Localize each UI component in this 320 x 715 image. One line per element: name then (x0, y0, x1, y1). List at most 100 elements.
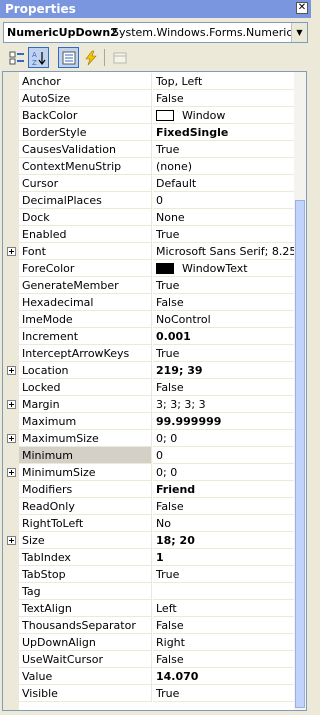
property-name[interactable]: ContextMenuStrip (19, 158, 152, 175)
property-name[interactable]: Maximum (19, 413, 152, 430)
property-row[interactable]: BorderStyle FixedSingle (3, 124, 296, 141)
property-value[interactable]: 0.001 (153, 328, 296, 345)
categorized-button[interactable] (6, 47, 27, 68)
property-name[interactable]: Size (19, 532, 152, 549)
property-value[interactable]: 0 (153, 447, 296, 464)
expand-plus-icon[interactable] (7, 468, 16, 477)
property-value[interactable]: WindowText (153, 260, 296, 277)
property-name[interactable]: MaximumSize (19, 430, 152, 447)
property-value[interactable]: No (153, 515, 296, 532)
property-row[interactable]: Location 219; 39 (3, 362, 296, 379)
property-value[interactable]: 0; 0 (153, 464, 296, 481)
expand-plus-icon[interactable] (7, 434, 16, 443)
property-row[interactable]: Anchor Top, Left (3, 73, 296, 90)
property-value[interactable]: Friend (153, 481, 296, 498)
property-name[interactable]: Locked (19, 379, 152, 396)
property-row[interactable]: Value 14.070 (3, 668, 296, 685)
property-value[interactable] (153, 583, 296, 600)
property-value[interactable]: True (153, 226, 296, 243)
property-row[interactable]: Visible True (3, 685, 296, 702)
property-value[interactable]: Left (153, 600, 296, 617)
property-value[interactable]: 18; 20 (153, 532, 296, 549)
property-value[interactable]: True (153, 685, 296, 702)
property-name[interactable]: ForeColor (19, 260, 152, 277)
property-name[interactable]: TabIndex (19, 549, 152, 566)
property-name[interactable]: Dock (19, 209, 152, 226)
property-value[interactable]: False (153, 651, 296, 668)
events-button[interactable] (80, 47, 101, 68)
property-name[interactable]: Font (19, 243, 152, 260)
property-value[interactable]: False (153, 379, 296, 396)
property-name[interactable]: TabStop (19, 566, 152, 583)
property-row[interactable]: GenerateMember True (3, 277, 296, 294)
property-name[interactable]: DecimalPlaces (19, 192, 152, 209)
property-value[interactable]: True (153, 277, 296, 294)
property-name[interactable]: Modifiers (19, 481, 152, 498)
property-row[interactable]: ReadOnly False (3, 498, 296, 515)
chevron-down-icon[interactable]: ▼ (291, 23, 307, 42)
property-row[interactable]: ThousandsSeparator False (3, 617, 296, 634)
property-name[interactable]: Anchor (19, 73, 152, 90)
property-name[interactable]: RightToLeft (19, 515, 152, 532)
property-value[interactable]: Top, Left (153, 73, 296, 90)
property-row[interactable]: DecimalPlaces 0 (3, 192, 296, 209)
property-name[interactable]: ImeMode (19, 311, 152, 328)
property-name[interactable]: Increment (19, 328, 152, 345)
expand-plus-icon[interactable] (7, 536, 16, 545)
property-row[interactable]: BackColor Window (3, 107, 296, 124)
property-name[interactable]: Cursor (19, 175, 152, 192)
property-row[interactable]: AutoSize False (3, 90, 296, 107)
vertical-scrollbar[interactable] (294, 72, 306, 710)
expand-plus-icon[interactable] (7, 247, 16, 256)
property-name[interactable]: Value (19, 668, 152, 685)
property-name[interactable]: UpDownAlign (19, 634, 152, 651)
property-row[interactable]: Margin 3; 3; 3; 3 (3, 396, 296, 413)
property-row[interactable]: Tag (3, 583, 296, 600)
property-name[interactable]: MinimumSize (19, 464, 152, 481)
properties-button[interactable] (58, 47, 79, 68)
property-value[interactable]: True (153, 345, 296, 362)
property-row[interactable]: Maximum 99.999999 (3, 413, 296, 430)
property-value[interactable]: False (153, 498, 296, 515)
property-row[interactable]: TextAlign Left (3, 600, 296, 617)
property-row[interactable]: UseWaitCursor False (3, 651, 296, 668)
property-name[interactable]: Tag (19, 583, 152, 600)
property-row[interactable]: TabIndex 1 (3, 549, 296, 566)
property-value[interactable]: Microsoft Sans Serif; 8.25pt (153, 243, 296, 260)
alphabetical-button[interactable]: A Z (28, 47, 49, 68)
property-pages-button[interactable] (109, 47, 130, 68)
property-value[interactable]: None (153, 209, 296, 226)
property-value[interactable]: 0; 0 (153, 430, 296, 447)
property-value[interactable]: 99.999999 (153, 413, 296, 430)
property-value[interactable]: True (153, 566, 296, 583)
property-row[interactable]: Dock None (3, 209, 296, 226)
property-name[interactable]: BackColor (19, 107, 152, 124)
property-name[interactable]: TextAlign (19, 600, 152, 617)
property-row[interactable]: InterceptArrowKeys True (3, 345, 296, 362)
property-name[interactable]: Minimum (19, 447, 152, 464)
property-row[interactable]: Increment 0.001 (3, 328, 296, 345)
property-name[interactable]: Hexadecimal (19, 294, 152, 311)
property-row[interactable]: ImeMode NoControl (3, 311, 296, 328)
property-value[interactable]: 0 (153, 192, 296, 209)
property-name[interactable]: Visible (19, 685, 152, 702)
property-name[interactable]: GenerateMember (19, 277, 152, 294)
property-value[interactable]: 14.070 (153, 668, 296, 685)
property-name[interactable]: AutoSize (19, 90, 152, 107)
property-row[interactable]: TabStop True (3, 566, 296, 583)
property-value[interactable]: Window (153, 107, 296, 124)
property-name[interactable]: ReadOnly (19, 498, 152, 515)
property-row[interactable]: ContextMenuStrip (none) (3, 158, 296, 175)
property-value[interactable]: False (153, 617, 296, 634)
property-row[interactable]: Cursor Default (3, 175, 296, 192)
property-value[interactable]: 3; 3; 3; 3 (153, 396, 296, 413)
property-name[interactable]: Location (19, 362, 152, 379)
property-row[interactable]: Hexadecimal False (3, 294, 296, 311)
property-name[interactable]: ThousandsSeparator (19, 617, 152, 634)
property-value[interactable]: NoControl (153, 311, 296, 328)
property-value[interactable]: (none) (153, 158, 296, 175)
property-name[interactable]: Margin (19, 396, 152, 413)
property-name[interactable]: UseWaitCursor (19, 651, 152, 668)
property-row[interactable]: ForeColor WindowText (3, 260, 296, 277)
property-name[interactable]: BorderStyle (19, 124, 152, 141)
